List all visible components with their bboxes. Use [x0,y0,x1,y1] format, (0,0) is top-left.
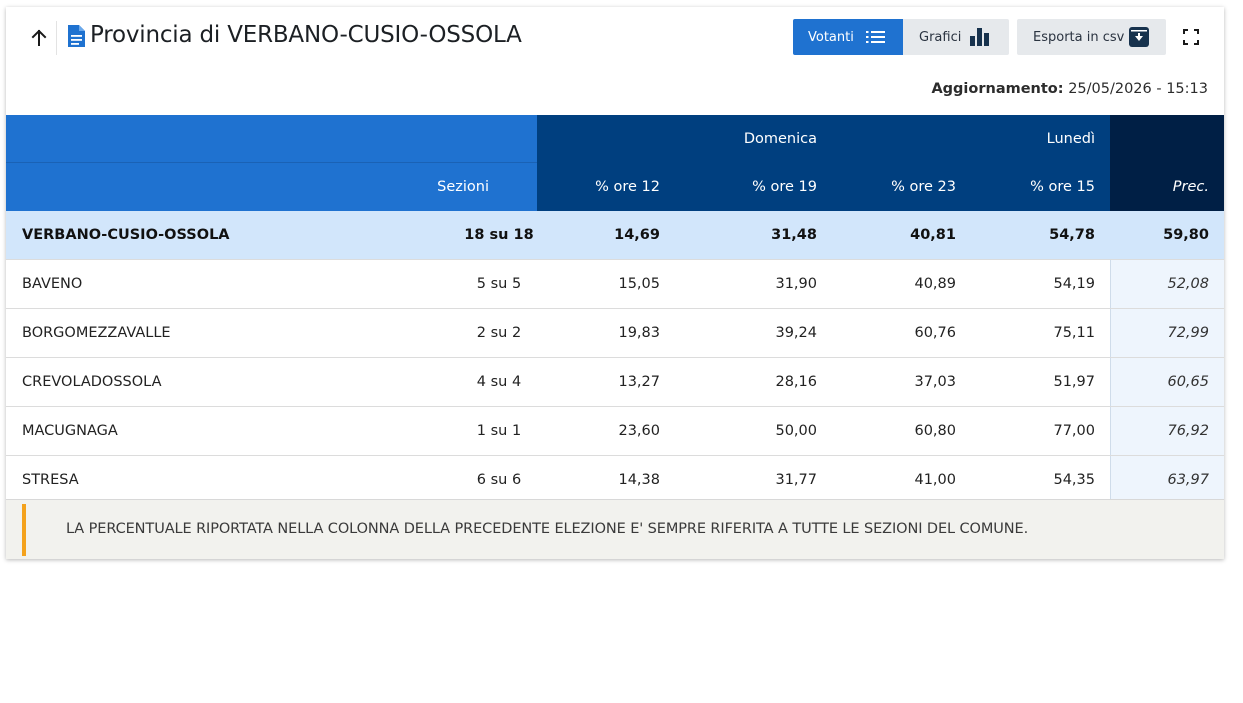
row-ore23: 40,89 [914,276,956,292]
row-sezioni: 5 su 5 [476,276,522,292]
row-ore15: 75,11 [1053,325,1095,341]
col-ore23-header[interactable]: % ore 23 [832,163,971,211]
row-ore23: 41,00 [914,472,956,488]
download-box-icon [1129,27,1149,47]
row-ore15: 54,35 [1053,472,1095,488]
header-spacer [6,115,537,163]
row-ore19: 39,24 [775,325,817,341]
total-ore15: 54,78 [1049,227,1095,243]
row-ore19: 31,77 [775,472,817,488]
row-ore19: 31,90 [775,276,817,292]
row-sezioni: 2 su 2 [476,325,522,341]
table-total-row: VERBANO-CUSIO-OSSOLA 18 su 18 14,69 31,4… [6,211,1224,259]
row-ore12: 14,38 [618,472,660,488]
row-name[interactable]: BAVENO [6,260,406,308]
card-header: Provincia di VERBANO-CUSIO-OSSOLA Votant… [6,7,1224,115]
note-accent-bar [22,504,26,556]
total-ore12: 14,69 [614,227,660,243]
col-name-header [6,163,406,211]
table-row[interactable]: CREVOLADOSSOLA 4 su 4 13,27 28,16 37,03 … [6,357,1224,406]
turnout-table: Domenica Lunedì Sezioni % ore 12 % ore 1… [6,115,1224,504]
grafici-label: Grafici [919,29,962,45]
row-ore12: 19,83 [618,325,660,341]
group-header-domenica: Domenica [743,131,817,147]
results-card: Provincia di VERBANO-CUSIO-OSSOLA Votant… [6,7,1224,559]
row-sezioni: 4 su 4 [476,374,522,390]
row-name[interactable]: STRESA [6,456,406,504]
total-ore23: 40,81 [910,227,956,243]
total-name: VERBANO-CUSIO-OSSOLA [22,227,230,243]
row-ore12: 23,60 [618,423,660,439]
row-name[interactable]: CREVOLADOSSOLA [6,358,406,406]
row-ore19: 50,00 [775,423,817,439]
col-sezioni-header[interactable]: Sezioni [406,163,537,211]
row-ore23: 60,80 [914,423,956,439]
row-ore15: 77,00 [1053,423,1095,439]
list-icon [866,31,885,43]
bar-chart-icon [970,28,989,46]
row-sezioni: 1 su 1 [476,423,522,439]
total-prec: 59,80 [1163,227,1209,243]
row-sezioni: 6 su 6 [476,472,522,488]
grafici-button[interactable]: Grafici [903,19,1009,55]
row-prec: 60,65 [1110,358,1224,406]
row-ore23: 37,03 [914,374,956,390]
col-ore19-header[interactable]: % ore 19 [675,163,832,211]
col-prec-header[interactable]: Prec. [1110,163,1224,211]
export-csv-button[interactable]: Esporta in csv [1017,19,1166,55]
last-update-value: 25/05/2026 - 15:13 [1068,81,1208,97]
total-ore19: 31,48 [771,227,817,243]
document-icon [68,25,85,47]
back-button[interactable] [22,21,56,55]
note-text: LA PERCENTUALE RIPORTATA NELLA COLONNA D… [66,521,1029,537]
votanti-label: Votanti [808,29,854,45]
header-divider [56,21,57,55]
col-ore15-header[interactable]: % ore 15 [971,163,1110,211]
last-update: Aggiornamento: 25/05/2026 - 15:13 [931,81,1208,97]
table-row[interactable]: MACUGNAGA 1 su 1 23,60 50,00 60,80 77,00… [6,406,1224,455]
page-title: Provincia di VERBANO-CUSIO-OSSOLA [90,22,522,48]
table-row[interactable]: STRESA 6 su 6 14,38 31,77 41,00 54,35 63… [6,455,1224,504]
table-column-header: Sezioni % ore 12 % ore 19 % ore 23 % ore… [6,163,1224,211]
row-prec: 72,99 [1110,309,1224,357]
table-group-header: Domenica Lunedì [6,115,1224,163]
table-row[interactable]: BORGOMEZZAVALLE 2 su 2 19,83 39,24 60,76… [6,308,1224,357]
row-ore12: 13,27 [618,374,660,390]
header-prec-spacer [1110,115,1224,163]
table-row[interactable]: BAVENO 5 su 5 15,05 31,90 40,89 54,19 52… [6,259,1224,308]
row-prec: 52,08 [1110,260,1224,308]
last-update-label: Aggiornamento: [931,81,1064,97]
group-header-lunedi: Lunedì [1046,131,1095,147]
votanti-button[interactable]: Votanti [793,19,903,55]
export-csv-label: Esporta in csv [1033,29,1125,45]
row-name[interactable]: MACUGNAGA [6,407,406,455]
total-sezioni: 18 su 18 [464,227,534,243]
info-note: LA PERCENTUALE RIPORTATA NELLA COLONNA D… [6,499,1224,559]
row-prec: 63,97 [1110,456,1224,504]
row-ore15: 51,97 [1053,374,1095,390]
row-prec: 76,92 [1110,407,1224,455]
fullscreen-button[interactable] [1176,25,1206,49]
row-ore15: 54,19 [1053,276,1095,292]
arrow-up-icon [31,29,47,46]
row-name[interactable]: BORGOMEZZAVALLE [6,309,406,357]
row-ore12: 15,05 [618,276,660,292]
fullscreen-icon [1183,29,1199,45]
row-ore19: 28,16 [775,374,817,390]
col-ore12-header[interactable]: % ore 12 [537,163,675,211]
row-ore23: 60,76 [914,325,956,341]
